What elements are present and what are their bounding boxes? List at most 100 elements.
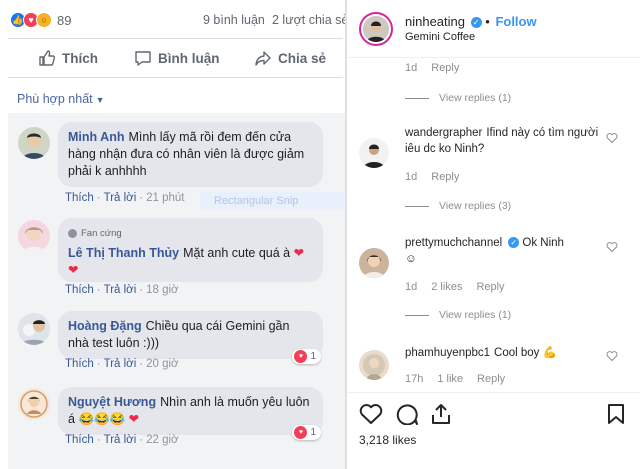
comment-sort-dropdown[interactable]: Phù hợp nhất ▼ [17,92,105,106]
fan-badge-icon [68,229,77,238]
comment-bubble: Minh Anh Mình lấy mã rồi đem đến cửa hàng… [58,122,323,187]
comment-time[interactable]: 1d [405,62,417,74]
commenter-name[interactable]: Hoàng Đặng [68,319,142,333]
likes-count[interactable]: 3,218 likes [359,433,416,447]
comment-like-link[interactable]: Thích [65,192,94,204]
comment-time[interactable]: 22 giờ [146,434,178,446]
reaction-summary[interactable]: 👍 ♥ ○ 89 [10,12,71,28]
commenter-name[interactable]: Lê Thị Thanh Thủy [68,246,179,260]
comment-text: Cool boy [494,347,540,359]
comment-text: Mặt anh cute quá à [183,246,291,260]
reply-link[interactable]: Reply [476,281,504,293]
profile-avatar[interactable] [359,12,393,46]
verified-badge-icon: ✓ [508,237,520,248]
avatar[interactable] [18,313,50,345]
comment-time[interactable]: 17h [405,373,423,385]
comment-reply-link[interactable]: Trả lời [104,358,137,370]
view-replies-link[interactable]: View replies (1) [405,309,511,321]
commenter-name[interactable]: Nguyệt Hương [68,395,156,409]
like-heart-icon[interactable] [606,132,618,144]
heart-icon[interactable] [359,403,383,425]
red-heart-emoji-icon: ❤ [128,412,140,426]
divider-line [405,205,429,207]
commenter-username[interactable]: wandergrapher [405,127,482,139]
like-heart-icon[interactable] [606,350,618,362]
flexed-biceps-emoji-icon: 💪 [542,347,557,359]
comment-reply-link[interactable]: Trả lời [104,434,137,446]
share-icon[interactable] [430,403,452,425]
comment-list: Minh Anh Mình lấy mã rồi đem đến cửa hàng… [8,113,345,469]
like-button[interactable]: Thích [38,49,98,67]
reaction-count: 89 [57,12,72,28]
comment-time[interactable]: 21 phút [146,192,184,204]
comment-time[interactable]: 1d [405,171,417,183]
reply-link[interactable]: Reply [477,373,505,385]
comment-like-link[interactable]: Thích [65,434,94,446]
divider-line [405,314,429,316]
post-action-bar: Thích Bình luận Chia sẻ [8,38,343,78]
view-replies-label: View replies (3) [439,200,512,212]
love-reaction-icon: ♥ [294,426,308,439]
comments-count-link[interactable]: 9 bình luận [203,13,265,27]
comment-reaction-pill[interactable]: ♥ 1 [292,425,321,440]
fan-badge-label: Fan cứng [81,228,122,239]
avatar[interactable] [18,127,50,159]
thumbs-up-icon [39,50,56,66]
view-replies-link[interactable]: View replies (3) [405,200,511,212]
comment-reaction-count: 1 [310,351,316,362]
comment-reply-link[interactable]: Trả lời [104,192,137,204]
post-author-username[interactable]: ninheating [405,14,465,29]
view-replies-label: View replies (1) [439,92,512,104]
fan-badge: Fan cứng [68,225,313,242]
share-button-label: Chia sẻ [278,50,327,66]
comment-like-link[interactable]: Thích [65,284,94,296]
post-location[interactable]: Gemini Coffee [405,31,475,43]
comment-meta: 1d 2 likes Reply [405,281,519,293]
comment-button[interactable]: Bình luận [134,49,220,67]
reply-link[interactable]: Reply [431,171,459,183]
red-heart-emoji-icon: ❤ [68,263,79,277]
comment-text-block: wandergrapher Ifind này có tìm người iêu … [405,125,600,157]
like-button-label: Thích [62,50,98,66]
view-replies-label: View replies (1) [439,309,512,321]
comment-like-link[interactable]: Thích [65,358,94,370]
post-actions-footer: 3,218 likes [347,392,640,469]
avatar[interactable] [359,350,389,380]
comment-reaction-pill[interactable]: ♥ 1 [292,349,321,364]
commenter-name[interactable]: Minh Anh [68,130,124,144]
view-replies-link[interactable]: View replies (1) [405,92,511,104]
bookmark-icon[interactable] [607,403,625,425]
snip-tooltip: Rectangular Snip [200,192,345,210]
reply-link[interactable]: Reply [431,62,459,74]
love-reaction-icon: ♥ [294,350,308,363]
comment-likes[interactable]: 2 likes [431,281,462,293]
comment-time[interactable]: 1d [405,281,417,293]
shares-count-link[interactable]: 2 lượt chia sẻ [272,13,348,27]
comment-button-label: Bình luận [158,50,220,66]
commenter-username[interactable]: phamhuyenpbc1 [405,347,490,359]
comment-text: Ok Ninh [522,237,564,249]
comment-sort-label: Phù hợp nhất [17,92,93,106]
comment-meta: 17h 1 like Reply [405,373,519,385]
divider-line [405,97,429,99]
comment-meta: Thích · Trả lời · 22 giờ [65,434,179,446]
avatar[interactable] [359,248,389,278]
facebook-panel: 👍 ♥ ○ 89 9 bình luận 2 lượt chia sẻ Thíc… [0,0,348,469]
comment-reply-link[interactable]: Trả lời [104,284,137,296]
follow-button[interactable]: Follow [495,14,536,29]
like-heart-icon[interactable] [606,241,618,253]
comment-text-block: phamhuyenpbc1 Cool boy 💪 [405,345,600,361]
share-button[interactable]: Chia sẻ [254,49,326,67]
avatar[interactable] [359,138,389,168]
comment-text-block: prettymuchchannel ✓ Ok Ninh ☺ [405,235,600,267]
post-author: ninheating ✓ • Follow [405,14,537,29]
avatar[interactable] [18,388,50,420]
comment-time[interactable]: 18 giờ [146,284,178,296]
comment-icon[interactable] [395,403,419,425]
commenter-username[interactable]: prettymuchchannel [405,237,502,249]
comment-time[interactable]: 20 giờ [146,358,178,370]
comment-bubble: Nguyệt Hương Nhìn anh là muốn yêu luôn á … [58,387,323,435]
avatar[interactable] [18,220,50,252]
comment-likes[interactable]: 1 like [437,373,463,385]
comment-meta: 1d Reply [405,62,473,74]
